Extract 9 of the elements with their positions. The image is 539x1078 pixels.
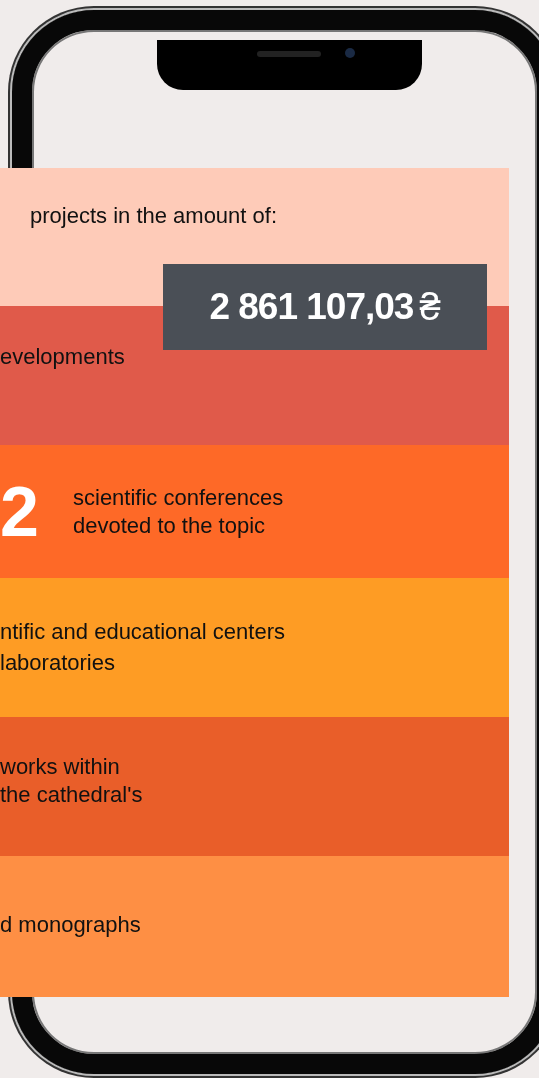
stat-text: scientific conferences devoted to the topic <box>73 483 284 540</box>
stat-text: works within the cathedral's <box>0 752 143 809</box>
stat-text: d monographs <box>0 910 141 939</box>
stat-text: projects in the amount of: <box>29 202 278 230</box>
stat-text: ntific and educational centers laboratories <box>0 617 285 677</box>
currency-sign: ₴ <box>419 285 441 329</box>
stat-text: evelopments <box>0 342 125 371</box>
amount-value: 2 861 107,03 <box>209 286 414 328</box>
stat-number: 2 <box>0 471 40 552</box>
